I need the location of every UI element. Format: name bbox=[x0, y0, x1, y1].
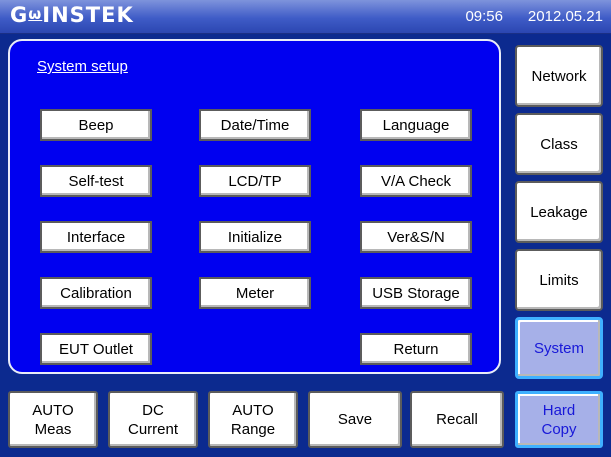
hard-copy-button[interactable]: Hard Copy bbox=[515, 391, 603, 448]
limits-button[interactable]: Limits bbox=[515, 249, 603, 311]
dc-current-line1: DC bbox=[142, 401, 164, 419]
system-button[interactable]: System bbox=[515, 317, 603, 379]
auto-range-line1: AUTO bbox=[232, 401, 274, 419]
hard-copy-line2: Copy bbox=[541, 420, 577, 438]
leakage-button[interactable]: Leakage bbox=[515, 181, 603, 243]
version-serial-button[interactable]: Ver&S/N bbox=[360, 221, 472, 253]
auto-meas-button[interactable]: AUTO Meas bbox=[8, 391, 98, 448]
meter-button[interactable]: Meter bbox=[199, 277, 311, 309]
top-bar: GωINSTEK 09:56 2012.05.21 bbox=[0, 0, 611, 34]
network-button[interactable]: Network bbox=[515, 45, 603, 107]
return-button[interactable]: Return bbox=[360, 333, 472, 365]
auto-range-line2: Range bbox=[230, 420, 276, 438]
clock-time: 09:56 bbox=[465, 8, 503, 25]
interface-button[interactable]: Interface bbox=[40, 221, 152, 253]
dc-current-button[interactable]: DC Current bbox=[108, 391, 198, 448]
initialize-button[interactable]: Initialize bbox=[199, 221, 311, 253]
hard-copy-line1: Hard bbox=[542, 401, 576, 419]
usb-storage-button[interactable]: USB Storage bbox=[360, 277, 472, 309]
auto-meas-line1: AUTO bbox=[32, 401, 74, 419]
date-time-button[interactable]: Date/Time bbox=[199, 109, 311, 141]
language-button[interactable]: Language bbox=[360, 109, 472, 141]
instrument-screen: GωINSTEK 09:56 2012.05.21 System setup B… bbox=[0, 0, 611, 457]
va-check-button[interactable]: V/A Check bbox=[360, 165, 472, 197]
class-button[interactable]: Class bbox=[515, 113, 603, 175]
panel-title: System setup bbox=[37, 58, 128, 75]
auto-meas-line2: Meas bbox=[34, 420, 72, 438]
beep-button[interactable]: Beep bbox=[40, 109, 152, 141]
clock-date: 2012.05.21 bbox=[527, 8, 603, 25]
system-setup-panel: System setup Beep Date/Time Language Sel… bbox=[8, 39, 501, 374]
eut-outlet-button[interactable]: EUT Outlet bbox=[40, 333, 152, 365]
brand-logo: GωINSTEK bbox=[10, 3, 134, 27]
lcd-tp-button[interactable]: LCD/TP bbox=[199, 165, 311, 197]
auto-range-button[interactable]: AUTO Range bbox=[208, 391, 298, 448]
dc-current-line2: Current bbox=[127, 420, 179, 438]
self-test-button[interactable]: Self-test bbox=[40, 165, 152, 197]
save-button[interactable]: Save bbox=[308, 391, 402, 448]
recall-button[interactable]: Recall bbox=[410, 391, 504, 448]
calibration-button[interactable]: Calibration bbox=[40, 277, 152, 309]
